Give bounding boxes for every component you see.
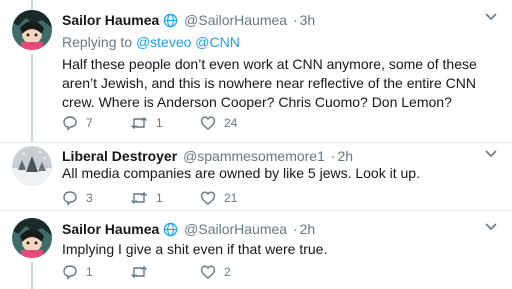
separator-dot: · bbox=[292, 221, 298, 237]
chevron-down-icon[interactable] bbox=[484, 146, 498, 165]
tweet-header: Liberal Destroyer @spammesomemore1 · 2h bbox=[62, 147, 353, 165]
reply-mention-link[interactable]: @CNN bbox=[195, 34, 240, 50]
thread-connector-line bbox=[31, 54, 33, 142]
retweet-count: 1 bbox=[156, 191, 163, 205]
reply-count: 3 bbox=[86, 191, 93, 205]
tweet-1[interactable]: Sailor Haumea @SailorHaumea · 3h Replying… bbox=[0, 0, 512, 142]
timestamp[interactable]: 2h bbox=[300, 221, 316, 237]
avatar-sailor-haumea[interactable] bbox=[12, 218, 52, 258]
reply-icon bbox=[62, 190, 78, 206]
reply-count: 7 bbox=[86, 116, 93, 130]
retweet-icon bbox=[130, 190, 148, 206]
tweet-text: Half these people don’t even work at CNN… bbox=[62, 56, 477, 110]
tweet-text: Implying I give a shit even if that were… bbox=[62, 241, 328, 257]
verified-globe-icon bbox=[163, 13, 178, 32]
retweet-count: 1 bbox=[156, 116, 163, 130]
tweet-header: Sailor Haumea @SailorHaumea · 3h bbox=[62, 11, 315, 32]
author-name[interactable]: Liberal Destroyer bbox=[62, 148, 177, 164]
reply-button[interactable]: 1 bbox=[62, 264, 93, 280]
retweet-icon bbox=[130, 115, 148, 131]
reply-count: 1 bbox=[86, 265, 93, 279]
retweet-icon bbox=[130, 264, 148, 280]
separator-dot: · bbox=[292, 12, 298, 28]
author-handle[interactable]: @spammesomemore1 bbox=[183, 148, 325, 164]
chevron-down-icon[interactable] bbox=[484, 219, 498, 238]
thread-connector-line bbox=[31, 262, 33, 289]
author-handle[interactable]: @SailorHaumea bbox=[184, 221, 287, 237]
avatar-liberal-destroyer[interactable] bbox=[12, 146, 52, 186]
like-button[interactable]: 2 bbox=[200, 264, 231, 280]
separator-dot: · bbox=[330, 148, 336, 164]
reply-button[interactable]: 7 bbox=[62, 115, 93, 131]
like-count: 21 bbox=[224, 191, 238, 205]
tweet-header: Sailor Haumea @SailorHaumea · 2h bbox=[62, 220, 315, 241]
retweet-button[interactable] bbox=[130, 264, 156, 280]
like-count: 2 bbox=[224, 265, 231, 279]
retweet-button[interactable]: 1 bbox=[130, 115, 163, 131]
author-name[interactable]: Sailor Haumea bbox=[62, 221, 159, 237]
reply-button[interactable]: 3 bbox=[62, 190, 93, 206]
like-button[interactable]: 24 bbox=[200, 115, 237, 131]
like-heart-icon bbox=[200, 190, 216, 206]
reply-icon bbox=[62, 264, 78, 280]
chevron-down-icon[interactable] bbox=[484, 9, 498, 28]
tweet-text: All media companies are owned by like 5 … bbox=[62, 165, 420, 181]
verified-globe-icon bbox=[163, 222, 178, 241]
tweet-3[interactable]: Sailor Haumea @SailorHaumea · 2h Implying… bbox=[0, 211, 512, 289]
timestamp[interactable]: 3h bbox=[300, 12, 316, 28]
reply-mention-link[interactable]: @steveo bbox=[136, 34, 191, 50]
reply-icon bbox=[62, 115, 78, 131]
like-count: 24 bbox=[224, 116, 238, 130]
timestamp[interactable]: 2h bbox=[337, 148, 353, 164]
replying-to-label: Replying to bbox=[62, 34, 133, 50]
like-heart-icon bbox=[200, 115, 216, 131]
author-handle[interactable]: @SailorHaumea bbox=[184, 12, 287, 28]
like-heart-icon bbox=[200, 264, 216, 280]
author-name[interactable]: Sailor Haumea bbox=[62, 12, 159, 28]
tweet-2[interactable]: Liberal Destroyer @spammesomemore1 · 2h A… bbox=[0, 143, 512, 210]
replying-to: Replying to @steveo @CNN bbox=[62, 34, 240, 50]
like-button[interactable]: 21 bbox=[200, 190, 237, 206]
avatar-sailor-haumea[interactable] bbox=[12, 10, 52, 50]
retweet-button[interactable]: 1 bbox=[130, 190, 163, 206]
